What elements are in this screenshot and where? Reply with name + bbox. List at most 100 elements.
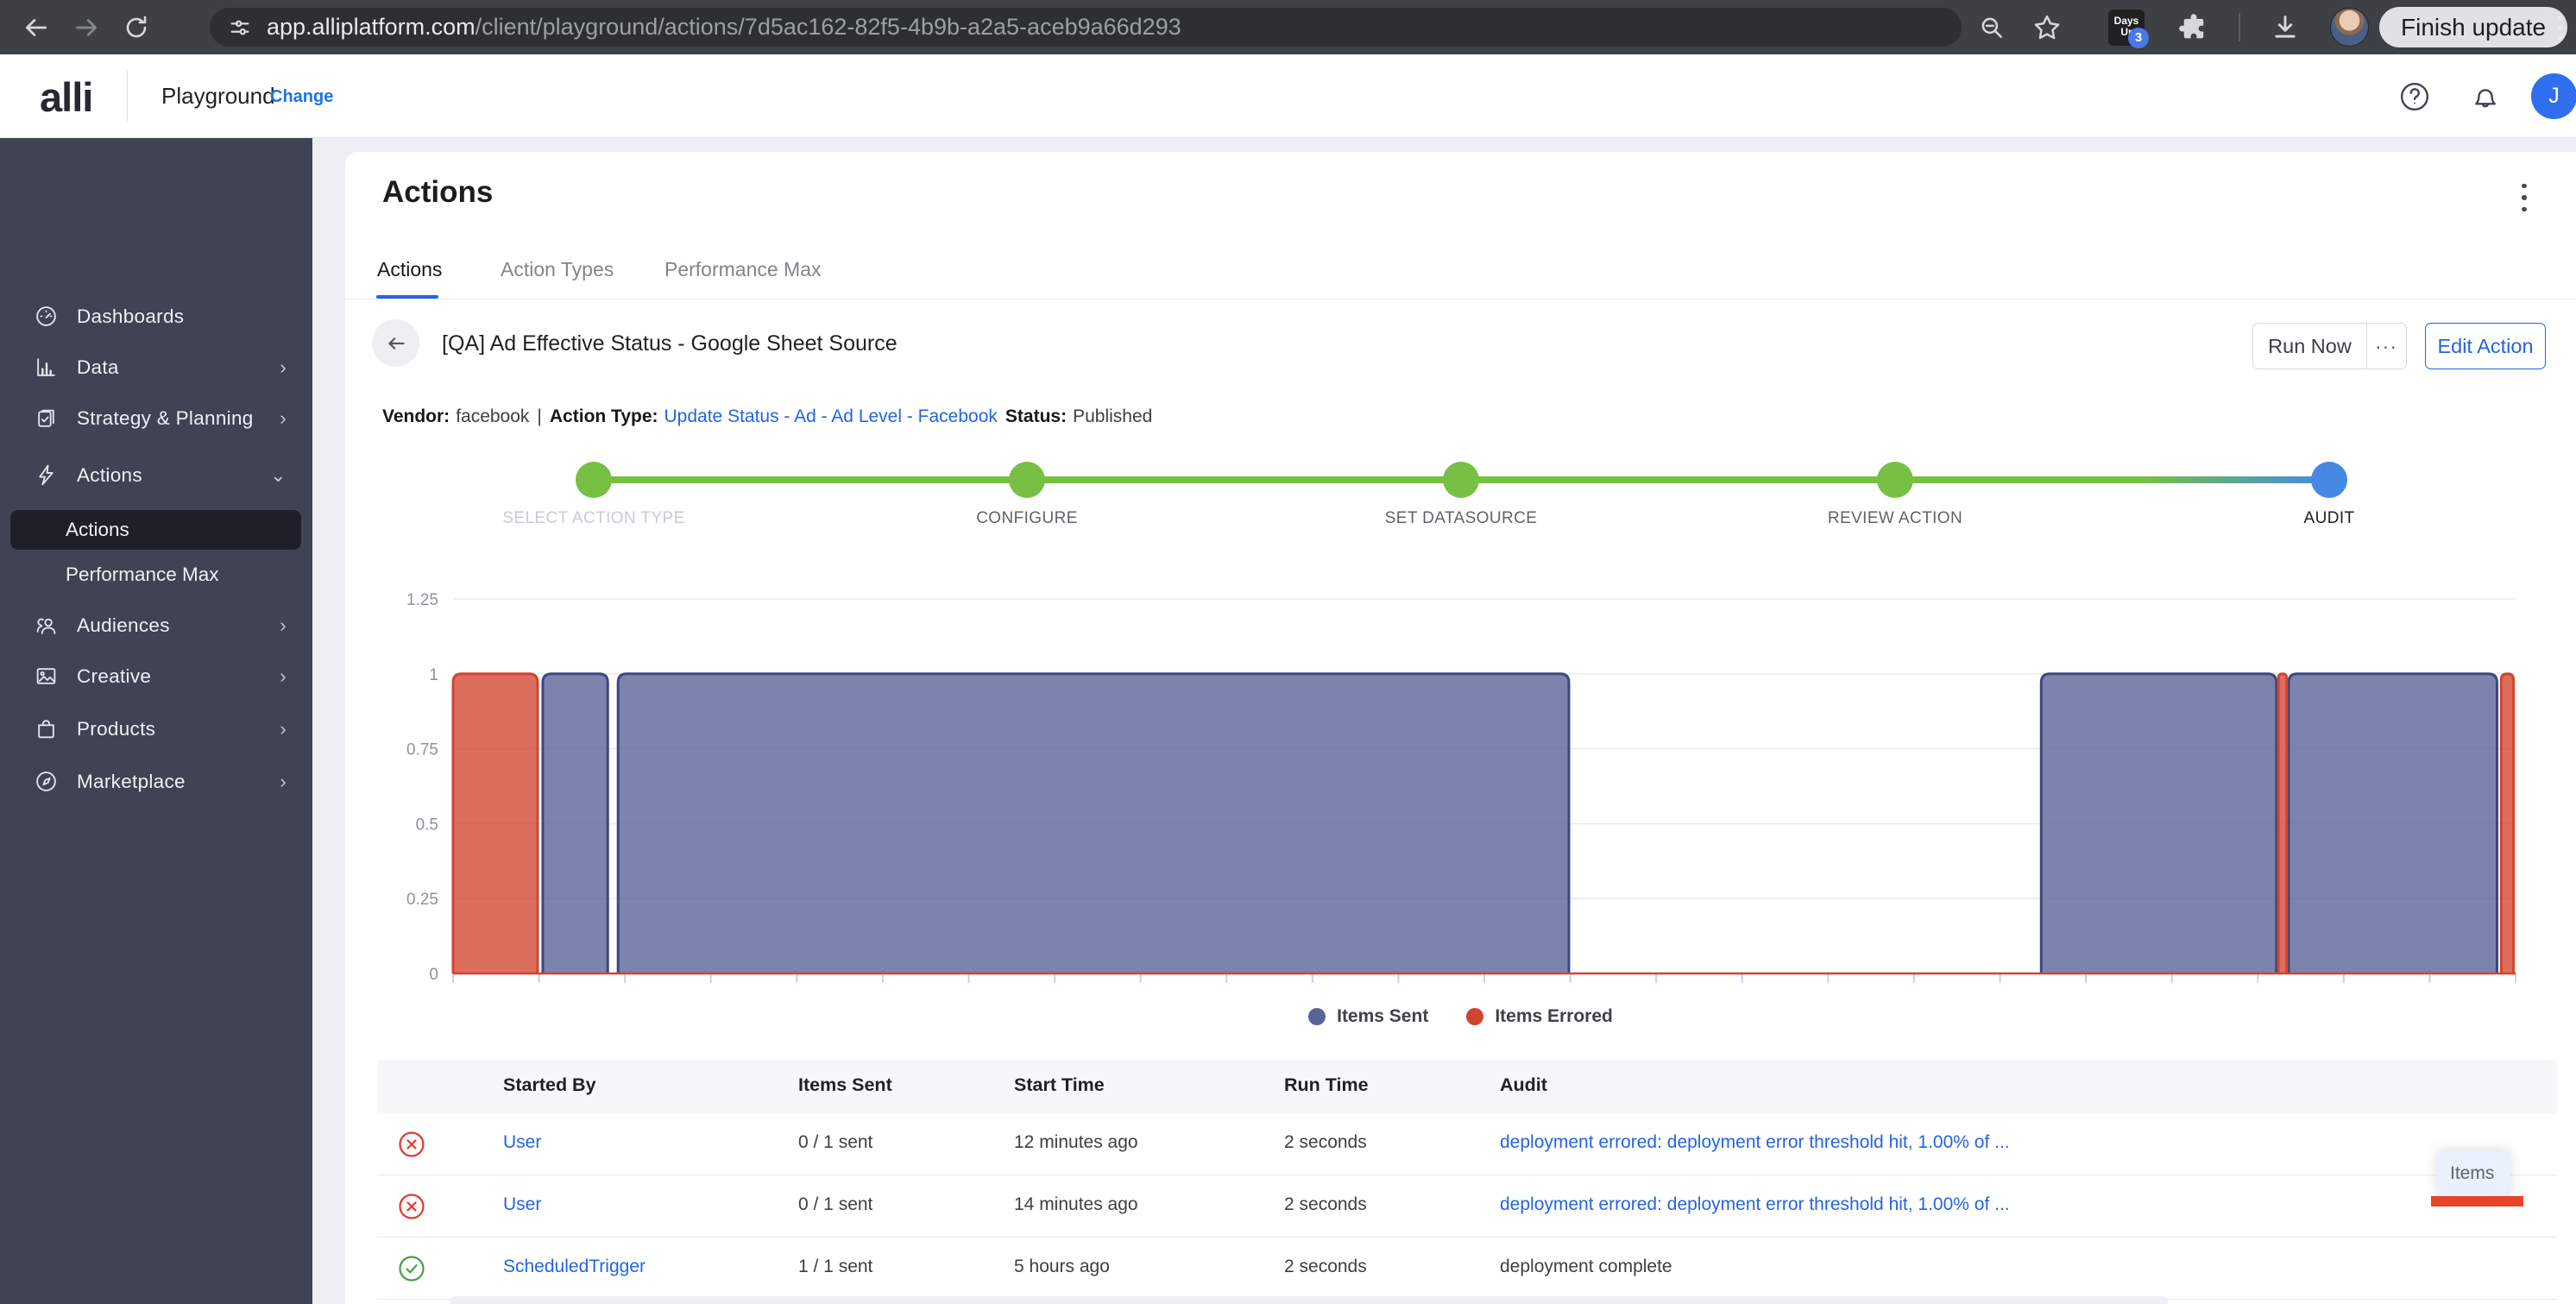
help-icon[interactable] <box>2398 80 2431 113</box>
change-workspace-link[interactable]: Change <box>270 87 333 107</box>
sidebar-subitem-performance-max[interactable]: Performance Max <box>10 555 301 595</box>
runs-table-header: Started By Items Sent Start Time Run Tim… <box>377 1060 2557 1113</box>
step-dot-review-action <box>1877 462 1913 498</box>
chevron-right-icon: › <box>280 356 287 379</box>
run-now-button[interactable]: Run Now <box>2253 324 2367 369</box>
sidebar-item-marketplace[interactable]: Marketplace › <box>0 756 312 807</box>
app-header: alli Playground Change J <box>0 54 2576 138</box>
sidebar-item-strategy-planning[interactable]: Strategy & Planning › <box>0 393 312 444</box>
url-host: app.alliplatform.com <box>267 14 476 40</box>
chevron-right-icon: › <box>280 718 287 740</box>
sidebar-item-dashboards[interactable]: Dashboards <box>0 291 312 342</box>
back-button[interactable] <box>372 319 419 367</box>
table-row: User 0 / 1 sent 14 minutes ago 2 seconds… <box>377 1175 2557 1238</box>
chevron-right-icon: › <box>280 771 287 793</box>
edit-action-button[interactable]: Edit Action <box>2425 323 2546 369</box>
sidebar-item-label: Dashboards <box>77 306 184 328</box>
stepper-line-active <box>2140 476 2329 483</box>
error-circle-icon <box>398 1193 425 1220</box>
zoom-out-icon[interactable] <box>1975 10 2009 45</box>
download-icon[interactable] <box>2268 10 2302 45</box>
user-avatar[interactable]: J <box>2531 73 2576 119</box>
page-more-icon[interactable] <box>2513 179 2535 217</box>
menu-item-items[interactable]: Items <box>2437 1151 2510 1196</box>
column-header-audit: Audit <box>1500 1074 1547 1096</box>
legend-item-items-sent[interactable]: Items Sent <box>1308 1006 1428 1027</box>
pipe-separator: | <box>537 406 541 426</box>
table-row: ScheduledTrigger 1 / 1 sent 5 hours ago … <box>377 1238 2557 1300</box>
column-header-items-sent: Items Sent <box>798 1074 892 1096</box>
sidebar: Dashboards Data › Strategy & Planning › … <box>0 138 312 1304</box>
next-section-edge <box>450 1296 2168 1304</box>
status-label: Status: <box>1005 406 1067 426</box>
audit-runs-area-chart[interactable]: 00.250.50.7511.25 <box>371 583 2576 999</box>
tab-actions[interactable]: Actions <box>377 258 442 281</box>
step-dot-audit <box>2311 462 2347 498</box>
legend-item-items-errored[interactable]: Items Errored <box>1466 1006 1613 1027</box>
run-now-more-icon[interactable]: ... <box>2367 324 2406 369</box>
success-circle-icon <box>398 1255 425 1282</box>
sidebar-item-data[interactable]: Data › <box>0 342 312 393</box>
menu-accent-bar <box>2431 1196 2523 1206</box>
gauge-icon <box>35 305 58 328</box>
sidebar-item-products[interactable]: Products › <box>0 703 312 754</box>
finish-update-button[interactable]: Finish update <box>2379 7 2567 47</box>
run-time-cell: 2 seconds <box>1284 1132 1367 1153</box>
page-title: Actions <box>382 175 493 210</box>
sidebar-item-label: Strategy & Planning <box>77 407 254 430</box>
extension-badge: 3 <box>2128 28 2149 48</box>
svg-text:1: 1 <box>429 666 438 684</box>
browser-refresh-icon[interactable] <box>119 10 154 45</box>
tab-performance-max[interactable]: Performance Max <box>664 258 822 281</box>
sidebar-item-actions[interactable]: Actions ⌄ <box>0 450 312 501</box>
started-by-link[interactable]: ScheduledTrigger <box>503 1257 646 1277</box>
tab-action-types[interactable]: Action Types <box>501 258 614 281</box>
people-icon <box>35 614 58 637</box>
items-sent-cell: 0 / 1 sent <box>798 1194 872 1215</box>
notifications-bell-icon[interactable] <box>2469 80 2502 113</box>
chevron-right-icon: › <box>280 665 287 688</box>
vendor-value: facebook <box>456 406 529 426</box>
started-by-link[interactable]: User <box>503 1194 541 1215</box>
extensions-puzzle-icon[interactable] <box>2176 10 2211 45</box>
step-dot-set-datasource <box>1443 462 1479 498</box>
started-by-link[interactable]: User <box>503 1132 541 1153</box>
svg-text:0: 0 <box>429 966 438 984</box>
table-row: User 0 / 1 sent 12 minutes ago 2 seconds… <box>377 1113 2557 1175</box>
sidebar-subitem-actions[interactable]: Actions <box>10 510 301 550</box>
sidebar-item-label: Actions <box>77 464 142 487</box>
action-type-label: Action Type: <box>550 406 658 426</box>
audit-link[interactable]: deployment errored: deployment error thr… <box>1500 1132 2010 1153</box>
alli-logo[interactable]: alli <box>40 73 92 121</box>
browser-back-icon[interactable] <box>19 10 54 45</box>
lightning-icon <box>35 463 58 487</box>
chevron-right-icon: › <box>280 407 287 430</box>
url-text[interactable]: app.alliplatform.com/client/playground/a… <box>267 14 1181 41</box>
browser-menu-icon[interactable] <box>2550 11 2569 44</box>
action-type-link[interactable]: Update Status - Ad - Ad Level - Facebook <box>664 406 998 426</box>
clipboard-icon <box>35 406 58 430</box>
items-sent-legend-dot <box>1308 1008 1326 1025</box>
bag-icon <box>35 717 58 740</box>
sidebar-subitem-label: Performance Max <box>66 564 219 586</box>
audit-link[interactable]: deployment errored: deployment error thr… <box>1500 1194 2010 1215</box>
run-status-badge <box>398 1131 425 1158</box>
browser-profile-avatar[interactable] <box>2330 8 2369 47</box>
step-label: AUDIT <box>2174 509 2485 528</box>
items-sent-cell: 1 / 1 sent <box>798 1257 872 1277</box>
screen: app.alliplatform.com/client/playground/a… <box>0 0 2576 1304</box>
step-label: SET DATASOURCE <box>1306 509 1616 528</box>
address-bar[interactable]: app.alliplatform.com/client/playground/a… <box>210 8 1962 47</box>
browser-forward-icon[interactable] <box>69 10 104 45</box>
run-time-cell: 2 seconds <box>1284 1194 1367 1215</box>
chevron-down-icon: ⌄ <box>270 464 287 487</box>
step-dot-configure <box>1009 462 1045 498</box>
sidebar-item-audiences[interactable]: Audiences › <box>0 600 312 651</box>
bookmark-star-icon[interactable] <box>2030 10 2064 45</box>
svg-text:0.5: 0.5 <box>416 816 438 834</box>
svg-text:0.25: 0.25 <box>406 891 438 909</box>
sidebar-item-creative[interactable]: Creative › <box>0 651 312 702</box>
url-path: /client/playground/actions/7d5ac162-82f5… <box>476 14 1181 40</box>
sidebar-item-label: Data <box>77 356 119 379</box>
site-settings-icon[interactable] <box>227 15 253 41</box>
